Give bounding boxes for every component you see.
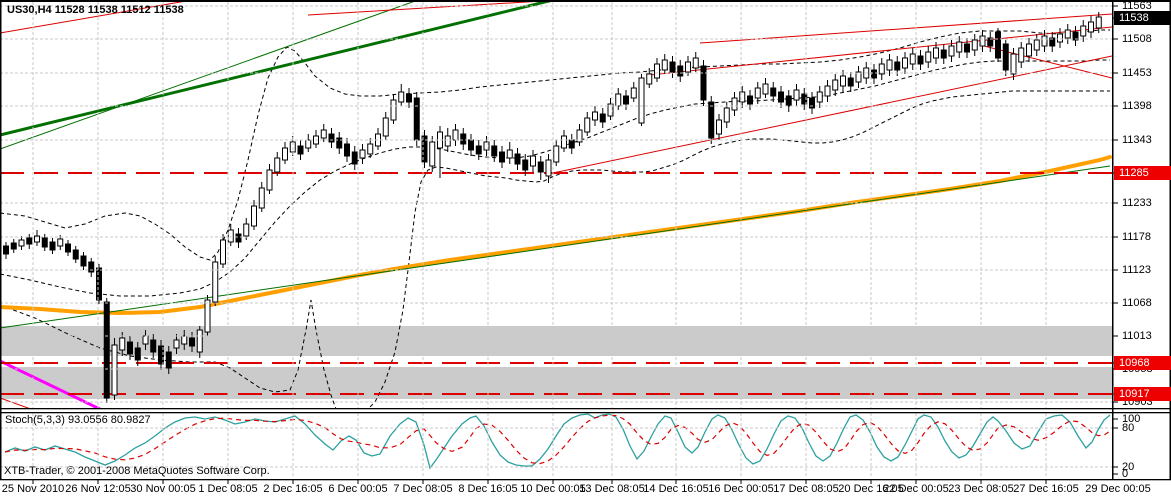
time-tick-label: 14 Dec 16:05 — [643, 483, 709, 495]
price-tick-label: 11453 — [1122, 67, 1152, 79]
price-tick-label: 11068 — [1122, 297, 1152, 309]
key-level-price-box: 11285 — [1114, 166, 1171, 180]
time-tick-label: 17 Dec 08:05 — [773, 483, 839, 495]
price-tick-label: 11233 — [1122, 197, 1152, 209]
time-tick-label: 29 Dec 00:05 — [1085, 483, 1151, 495]
time-tick-label: 26 Nov 12:05 — [65, 483, 131, 495]
key-level-price-box: 10968 — [1114, 356, 1171, 370]
price-tick-label: 11013 — [1122, 330, 1152, 342]
time-tick-label: 23 Dec 08:05 — [948, 483, 1014, 495]
stochastic-panel — [4, 413, 1111, 470]
stoch-level-label: 80 — [1122, 422, 1135, 434]
trading-chart-window: US30,H4 11528 11538 11512 11538 Stoch(5,… — [0, 0, 1171, 500]
time-tick-label: 2 Dec 16:05 — [263, 483, 323, 495]
time-tick-label: 10 Dec 00:05 — [520, 483, 586, 495]
time-tick-label: 30 Nov 00:05 — [130, 483, 196, 495]
main-price-panel — [0, 2, 1112, 408]
price-tick-label: 11398 — [1122, 100, 1152, 112]
time-tick-label: 8 Dec 16:05 — [458, 483, 518, 495]
price-tick-label: 11123 — [1122, 264, 1151, 276]
time-tick-label: 16 Dec 00:05 — [708, 483, 774, 495]
red-wedge-lower — [547, 55, 1112, 175]
price-tick-label: 11343 — [1122, 134, 1152, 146]
time-tick-label: 7 Dec 08:05 — [393, 483, 453, 495]
price-tick-label: 11178 — [1122, 231, 1151, 243]
time-tick-label: 27 Dec 16:05 — [1013, 483, 1079, 495]
time-tick-label: 25 Nov 2010 — [1, 483, 65, 495]
time-tick-label: 1 Dec 08:05 — [198, 483, 258, 495]
stoch-level-label: 0 — [1122, 468, 1129, 480]
thin-green-long — [0, 165, 1111, 329]
symbol-ohlc-info: US30,H4 11528 11538 11512 11538 — [7, 4, 184, 16]
stoch-main-line — [4, 413, 1111, 470]
grid-layer — [0, 2, 1112, 478]
time-tick-label: 22 Dec 00:05 — [883, 483, 949, 495]
price-tick-label: 11508 — [1122, 33, 1152, 45]
time-tick-label: 13 Dec 08:05 — [579, 483, 645, 495]
orange-moving-average — [0, 155, 1112, 316]
current-price-box: 11538 — [1114, 11, 1171, 25]
key-level-price-box: 10917 — [1114, 387, 1171, 401]
time-tick-label: 6 Dec 00:05 — [328, 483, 388, 495]
stochastic-indicator-label: Stoch(5,3,3) 93.0556 80.9827 — [5, 414, 151, 426]
red-bottom-left — [0, 397, 30, 408]
platform-copyright: XTB-Trader, © 2001-2008 MetaQuotes Softw… — [4, 465, 270, 477]
thick-green-uptrend — [0, 2, 552, 137]
chart-canvas[interactable] — [0, 0, 1171, 500]
